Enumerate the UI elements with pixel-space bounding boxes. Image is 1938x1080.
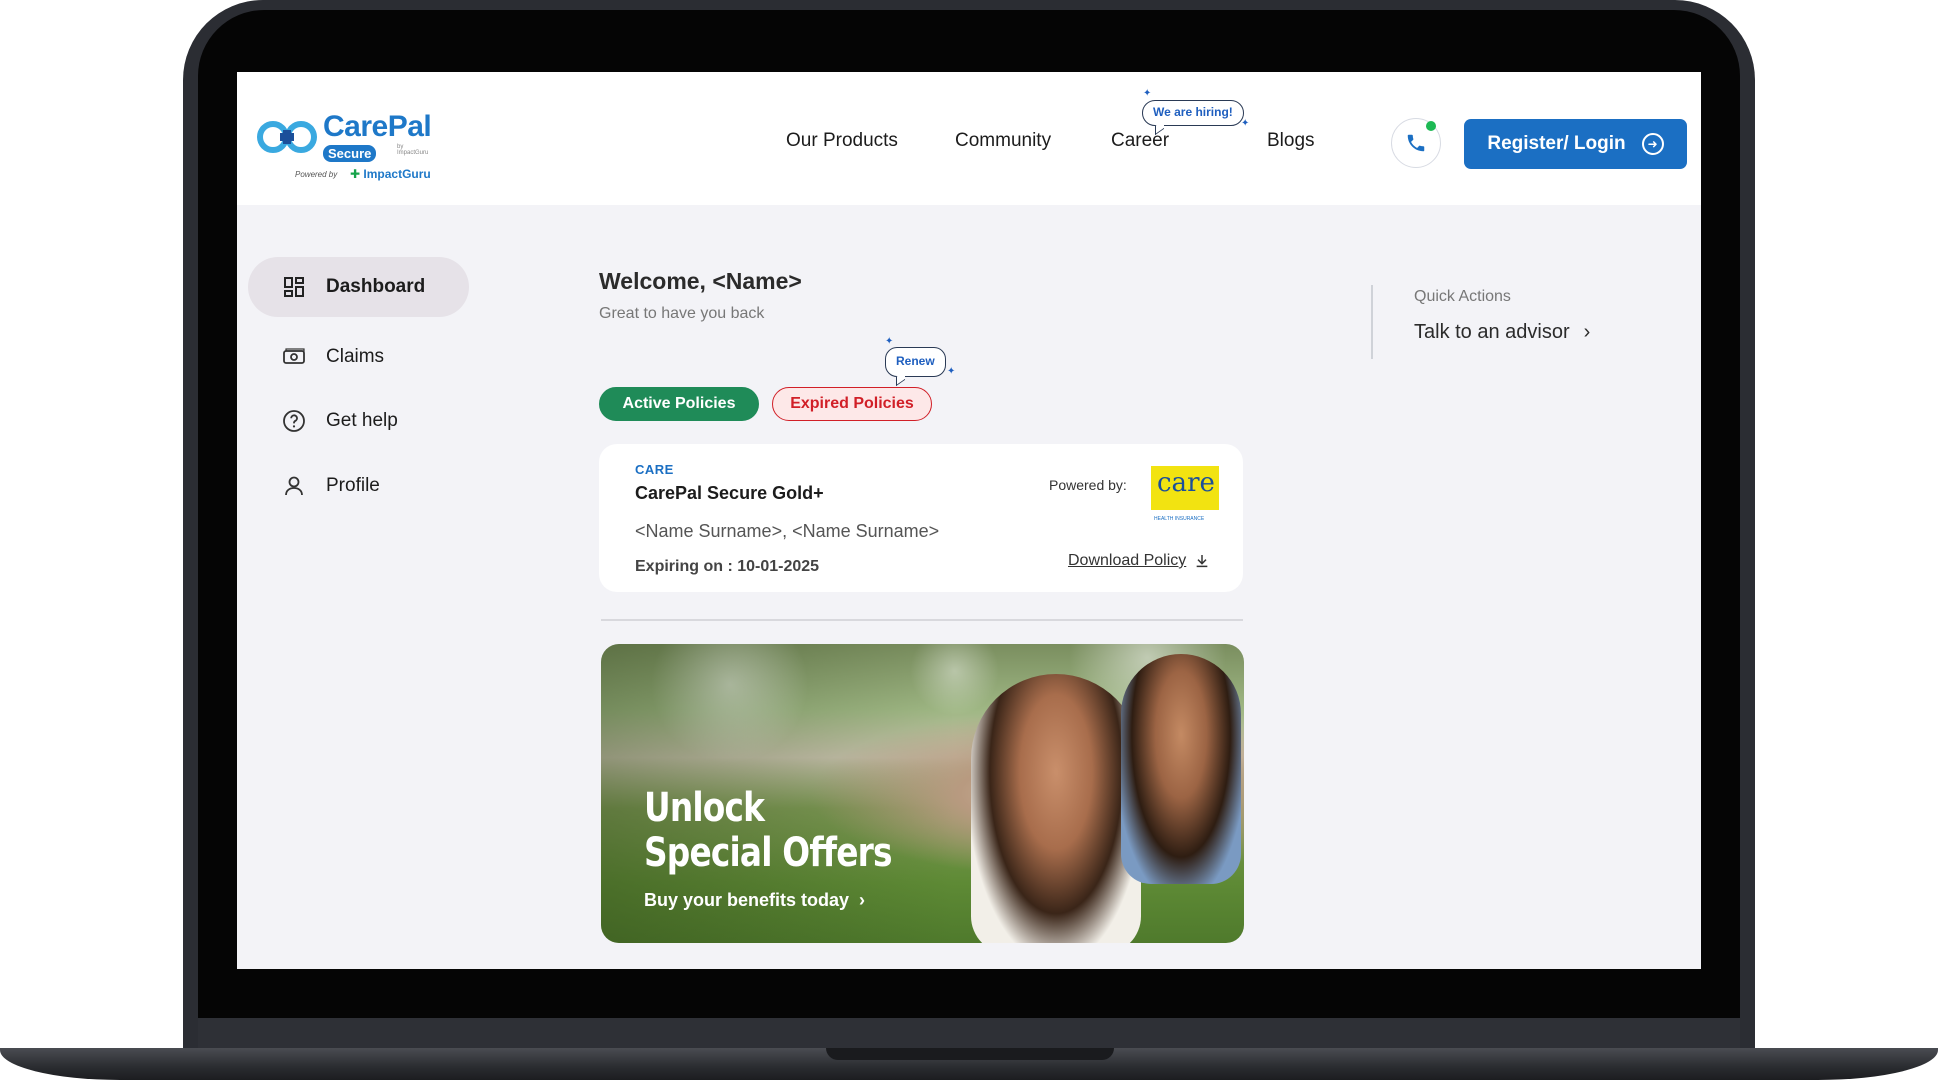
sidebar-item-get-help[interactable]: Get help bbox=[248, 391, 469, 451]
sidebar-item-label: Claims bbox=[326, 346, 385, 367]
sidebar-item-label: Get help bbox=[326, 410, 398, 431]
welcome-subtitle: Great to have you back bbox=[599, 305, 765, 322]
sidebar-item-label: Profile bbox=[326, 475, 380, 496]
care-logo-text: care bbox=[1157, 468, 1215, 498]
dashboard-icon bbox=[284, 277, 304, 297]
chevron-right-icon: › bbox=[1583, 321, 1591, 343]
quick-actions-divider bbox=[1371, 285, 1373, 359]
tab-active-policies[interactable]: Active Policies bbox=[599, 387, 759, 421]
brand-badge: Secure bbox=[323, 145, 377, 162]
banner-photo-woman bbox=[971, 674, 1141, 943]
sidebar-item-claims[interactable]: Claims bbox=[248, 327, 469, 387]
care-logo-subtext: HEALTH INSURANCE bbox=[1154, 516, 1205, 522]
impactguru-brand: ✚ ImpactGuru bbox=[350, 167, 431, 181]
section-divider bbox=[601, 619, 1243, 621]
download-policy-link[interactable]: Download Policy bbox=[1068, 552, 1210, 570]
sidebar-item-label: Dashboard bbox=[326, 276, 426, 297]
carepal-rings-icon bbox=[257, 121, 317, 153]
nav-our-products[interactable]: Our Products bbox=[786, 130, 898, 152]
sparkle-icon: ✦ bbox=[885, 336, 894, 347]
arrow-right-circle-icon: ➜ bbox=[1641, 133, 1664, 155]
powered-by-label: Powered by: bbox=[1049, 477, 1127, 493]
download-icon bbox=[1196, 555, 1208, 568]
top-header: CarePal Secure by ImpactGuru Powered by … bbox=[237, 72, 1701, 205]
policy-members: <Name Surname>, <Name Surname> bbox=[635, 521, 940, 541]
sidebar-item-profile[interactable]: Profile bbox=[248, 456, 469, 516]
laptop-notch bbox=[826, 1048, 1114, 1060]
sidebar-item-dashboard[interactable]: Dashboard bbox=[248, 257, 469, 317]
plan-name: CarePal Secure Gold+ bbox=[635, 483, 824, 503]
download-policy-label: Download Policy bbox=[1068, 552, 1187, 569]
brand-byline: by ImpactGuru bbox=[397, 144, 429, 156]
help-circle-icon bbox=[283, 410, 305, 432]
nav-career[interactable]: Career bbox=[1111, 130, 1169, 152]
register-login-button[interactable]: Register/ Login ➜ bbox=[1464, 119, 1687, 169]
hiring-badge[interactable]: We are hiring! bbox=[1142, 100, 1244, 126]
banner-headline: Unlock Special Offers bbox=[644, 785, 893, 876]
cash-icon bbox=[283, 348, 305, 364]
carepal-logo[interactable]: CarePal Secure by ImpactGuru Powered by … bbox=[255, 110, 435, 184]
brand-name: CarePal bbox=[323, 110, 432, 143]
banner-headline-line2: Special Offers bbox=[644, 830, 893, 876]
sparkle-icon: ✦ bbox=[1241, 118, 1250, 129]
talk-to-advisor-label: Talk to an advisor bbox=[1414, 321, 1570, 343]
sparkle-icon: ✦ bbox=[947, 366, 956, 377]
talk-to-advisor-link[interactable]: Talk to an advisor › bbox=[1414, 321, 1590, 344]
tab-expired-policies[interactable]: Expired Policies bbox=[772, 387, 932, 421]
renew-badge[interactable]: Renew bbox=[885, 347, 946, 377]
banner-cta[interactable]: Buy your benefits today › bbox=[644, 890, 865, 911]
banner-headline-line1: Unlock bbox=[644, 785, 765, 831]
nav-blogs[interactable]: Blogs bbox=[1267, 130, 1315, 152]
policy-expiry: Expiring on : 10-01-2025 bbox=[635, 558, 820, 575]
user-icon bbox=[285, 476, 303, 496]
call-button[interactable] bbox=[1391, 118, 1441, 168]
chevron-right-icon: › bbox=[854, 890, 866, 910]
special-offers-banner[interactable]: Unlock Special Offers Buy your benefits … bbox=[601, 644, 1244, 943]
banner-photo-child bbox=[1121, 654, 1241, 884]
phone-icon bbox=[1407, 134, 1425, 152]
login-label: Register/ Login bbox=[1487, 133, 1626, 154]
sparkle-icon: ✦ bbox=[1143, 88, 1152, 99]
app-screen: CarePal Secure by ImpactGuru Powered by … bbox=[237, 72, 1701, 969]
welcome-heading: Welcome, <Name> bbox=[599, 268, 802, 294]
care-insurer-logo: care HEALTH INSURANCE bbox=[1151, 466, 1219, 522]
powered-by-label: Powered by bbox=[295, 170, 338, 179]
banner-cta-label: Buy your benefits today bbox=[644, 890, 850, 910]
quick-actions-title: Quick Actions bbox=[1414, 288, 1511, 305]
policy-card[interactable]: CARE CarePal Secure Gold+ <Name Surname>… bbox=[599, 444, 1243, 592]
laptop-chin bbox=[198, 1018, 1740, 1050]
nav-community[interactable]: Community bbox=[955, 130, 1051, 152]
insurer-name: CARE bbox=[635, 462, 674, 477]
online-status-dot bbox=[1426, 121, 1436, 131]
